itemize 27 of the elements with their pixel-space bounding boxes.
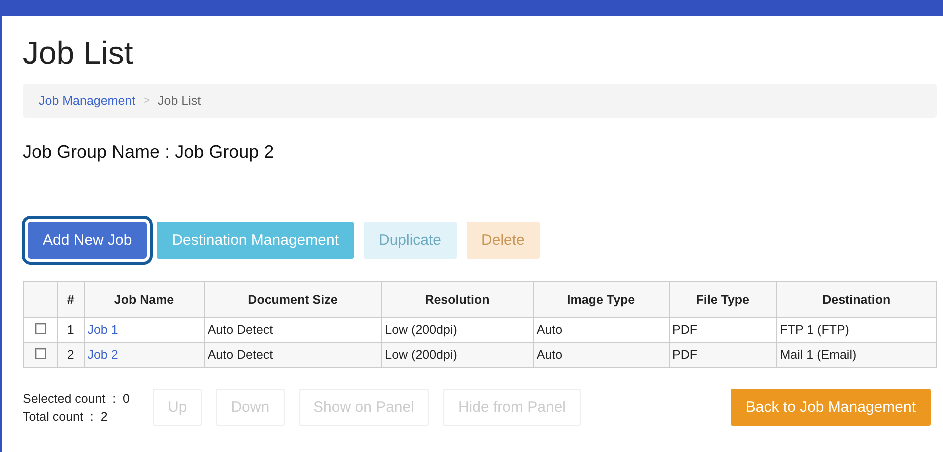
table-cell: 2 [58,342,84,368]
column-header: Job Name [84,282,204,318]
row-checkbox[interactable] [35,323,46,334]
column-header: Document Size [204,282,382,318]
column-header: Destination [776,282,936,318]
table-cell: Mail 1 (Email) [776,342,936,368]
column-header: # [58,282,84,318]
column-header: File Type [669,282,777,318]
page-title: Job List [23,34,134,72]
action-button[interactable]: Destination Management [157,222,354,259]
action-button[interactable]: Add New Job [28,222,148,259]
job-name-link[interactable]: Job 1 [88,323,118,337]
table-cell: Auto Detect [204,342,382,368]
count-text: Total count : 2 [23,410,109,424]
table-cell: Low (200dpi) [382,342,534,368]
table-cell: Auto [533,342,670,368]
count-text: Selected count : 0 [23,392,132,406]
table-cell: PDF [669,342,777,368]
job-name-link[interactable]: Job 2 [88,348,118,362]
column-header: Resolution [382,282,534,318]
job-group-name: Job Group Name : Job Group 2 [23,142,276,163]
back-button[interactable]: Back to Job Management [730,389,931,426]
breadcrumb-separator: > [144,95,150,107]
column-header: Image Type [533,282,670,318]
breadcrumb-current: Job List [158,94,202,108]
row-checkbox[interactable] [35,348,46,359]
breadcrumb-link[interactable]: Job Management [39,94,136,108]
